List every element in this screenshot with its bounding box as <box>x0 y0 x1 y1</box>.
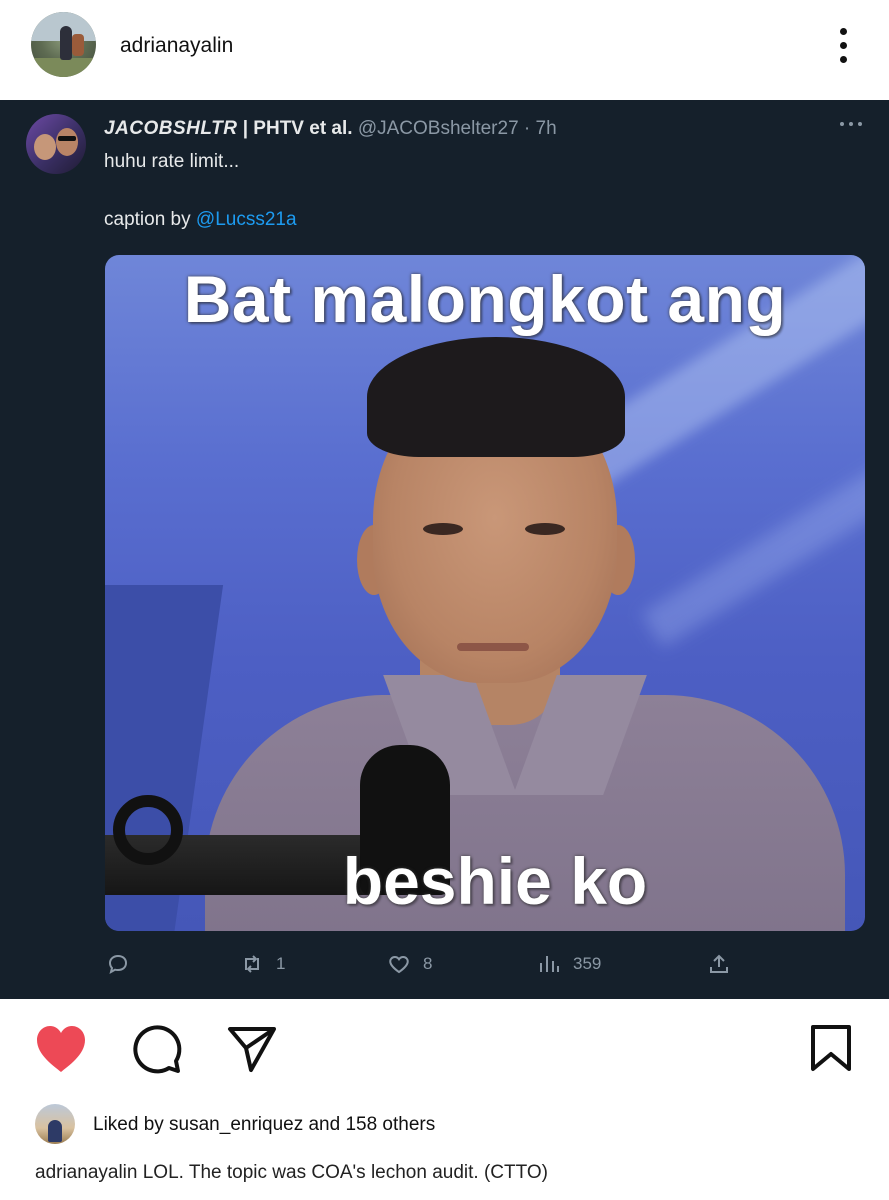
tweet-affiliation: | PHTV et al. <box>237 118 353 139</box>
tweet-author-avatar <box>26 114 86 174</box>
retweet-count: 1 <box>276 954 286 973</box>
caption-mention: @Lucss21a <box>195 209 297 230</box>
comment-icon[interactable] <box>131 1023 183 1075</box>
like-count: 8 <box>423 954 433 973</box>
caption-prefix: caption by <box>104 209 196 230</box>
meme-bottom-caption: beshie ko <box>342 844 648 918</box>
likes-row: Liked by susan_enriquez and 158 others <box>0 1100 889 1150</box>
post-username[interactable]: adrianayalin <box>120 34 233 58</box>
post-header: adrianayalin <box>0 0 889 100</box>
liker-avatar[interactable] <box>35 1104 75 1144</box>
user-avatar[interactable] <box>31 12 96 77</box>
like-heart-filled-icon[interactable] <box>34 1024 88 1074</box>
share-send-icon[interactable] <box>227 1025 277 1073</box>
tweet-retweet: 1 <box>240 952 285 976</box>
share-upload-icon <box>710 954 728 973</box>
post-caption: adrianayalin LOL. The topic was COA's le… <box>35 1162 548 1183</box>
tweet-text: huhu rate limit... <box>104 151 240 172</box>
views-count: 359 <box>573 954 602 973</box>
tweet-reply <box>106 952 130 976</box>
tweet-more-icon <box>838 116 864 130</box>
more-vertical-icon[interactable] <box>832 26 856 66</box>
tweet-display-name: JACOBSHLTR <box>104 118 238 139</box>
reply-icon <box>108 954 128 975</box>
bookmark-save-icon[interactable] <box>810 1024 852 1072</box>
likes-summary[interactable]: Liked by susan_enriquez and 158 others <box>93 1114 435 1136</box>
tweet-share <box>707 952 731 976</box>
tweet-like: 8 <box>387 952 432 976</box>
meme-top-caption: Bat malongkot ang <box>183 262 787 336</box>
views-chart-icon <box>540 956 559 972</box>
heart-outline-icon <box>389 955 409 974</box>
retweet-icon <box>245 955 259 973</box>
meme-image: Bat malongkot ang beshie ko <box>105 255 865 931</box>
tweet-handle-time: @JACOBshelter27 · 7h <box>352 118 557 139</box>
post-action-bar <box>0 1000 889 1090</box>
tweet-caption-credit: caption by @Lucss21a <box>104 209 297 231</box>
tweet-views: 359 <box>537 952 601 976</box>
tweet-action-bar: 1 8 359 <box>0 948 889 984</box>
tweet-author-line: JACOBSHLTR | PHTV et al. @JACOBshelter27… <box>104 118 557 140</box>
tweet-screenshot: JACOBSHLTR | PHTV et al. @JACOBshelter27… <box>0 100 889 999</box>
